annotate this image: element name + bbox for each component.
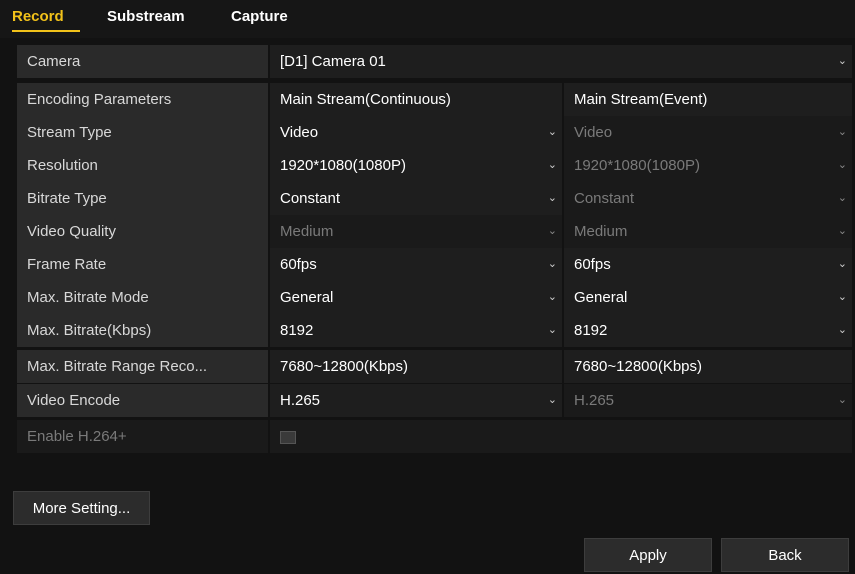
stream-type-label: Stream Type <box>17 116 268 149</box>
chevron-down-icon: ⌄ <box>547 159 557 171</box>
camera-select[interactable]: [D1] Camera 01 ⌄ <box>270 45 852 78</box>
enable-h264plus-cell <box>270 420 852 453</box>
chevron-down-icon: ⌄ <box>547 291 557 303</box>
chevron-down-icon: ⌄ <box>547 192 557 204</box>
max-bitrate-mode-event-value: General <box>574 289 628 306</box>
video-quality-label: Video Quality <box>17 215 268 248</box>
frame-rate-event-value: 60fps <box>574 256 611 273</box>
resolution-row: Resolution 1920*1080(1080P) ⌄ 1920*1080(… <box>17 149 852 182</box>
resolution-event-select: 1920*1080(1080P) ⌄ <box>564 149 852 182</box>
camera-select-value: [D1] Camera 01 <box>280 53 386 70</box>
bitrate-type-label: Bitrate Type <box>17 182 268 215</box>
tab-substream[interactable]: Substream <box>107 8 185 25</box>
resolution-event-value: 1920*1080(1080P) <box>574 157 700 174</box>
bitrate-type-continuous-select[interactable]: Constant ⌄ <box>270 182 562 215</box>
enable-h264plus-label: Enable H.264+ <box>17 420 268 453</box>
camera-row: Camera [D1] Camera 01 ⌄ <box>17 45 852 78</box>
video-encode-event-select: H.265 ⌄ <box>564 384 852 417</box>
camera-label: Camera <box>17 45 268 78</box>
max-bitrate-mode-event-select[interactable]: General ⌄ <box>564 281 852 314</box>
back-button[interactable]: Back <box>721 538 849 572</box>
chevron-down-icon: ⌄ <box>837 55 847 67</box>
max-bitrate-event-select[interactable]: 8192 ⌄ <box>564 314 852 347</box>
stream-type-event-value: Video <box>574 124 613 141</box>
max-bitrate-row: Max. Bitrate(Kbps) 8192 ⌄ 8192 ⌄ <box>17 314 852 347</box>
frame-rate-continuous-select[interactable]: 60fps ⌄ <box>270 248 562 281</box>
chevron-down-icon: ⌄ <box>837 291 847 303</box>
bitrate-type-event-value: Constant <box>574 190 635 207</box>
max-bitrate-range-row: Max. Bitrate Range Reco... 7680~12800(Kb… <box>17 350 852 383</box>
max-bitrate-range-continuous-value: 7680~12800(Kbps) <box>270 350 562 383</box>
video-encode-continuous-value: H.265 <box>280 392 321 409</box>
video-quality-event-value: Medium <box>574 223 628 240</box>
resolution-continuous-select[interactable]: 1920*1080(1080P) ⌄ <box>270 149 562 182</box>
video-quality-event-select: Medium ⌄ <box>564 215 852 248</box>
bitrate-type-event-select: Constant ⌄ <box>564 182 852 215</box>
chevron-down-icon: ⌄ <box>547 394 557 406</box>
max-bitrate-continuous-select[interactable]: 8192 ⌄ <box>270 314 562 347</box>
main-stream-continuous-header: Main Stream(Continuous) <box>270 83 562 116</box>
checkbox-icon <box>280 431 296 444</box>
chevron-down-icon: ⌄ <box>837 192 847 204</box>
bitrate-type-row: Bitrate Type Constant ⌄ Constant ⌄ <box>17 182 852 215</box>
apply-button[interactable]: Apply <box>584 538 712 572</box>
frame-rate-continuous-value: 60fps <box>280 256 317 273</box>
stream-type-continuous-select[interactable]: Video ⌄ <box>270 116 562 149</box>
frame-rate-row: Frame Rate 60fps ⌄ 60fps ⌄ <box>17 248 852 281</box>
max-bitrate-mode-row: Max. Bitrate Mode General ⌄ General ⌄ <box>17 281 852 314</box>
chevron-down-icon: ⌄ <box>547 225 557 237</box>
tab-capture[interactable]: Capture <box>231 8 288 25</box>
bitrate-type-continuous-value: Constant <box>280 190 341 207</box>
chevron-down-icon: ⌄ <box>547 258 557 270</box>
max-bitrate-mode-continuous-select[interactable]: General ⌄ <box>270 281 562 314</box>
chevron-down-icon: ⌄ <box>837 324 847 336</box>
max-bitrate-range-label: Max. Bitrate Range Reco... <box>17 350 268 383</box>
resolution-continuous-value: 1920*1080(1080P) <box>280 157 406 174</box>
max-bitrate-label: Max. Bitrate(Kbps) <box>17 314 268 347</box>
max-bitrate-mode-continuous-value: General <box>280 289 334 306</box>
max-bitrate-range-event-value: 7680~12800(Kbps) <box>564 350 852 383</box>
active-tab-indicator <box>12 30 80 32</box>
video-encode-row: Video Encode H.265 ⌄ H.265 ⌄ <box>17 384 852 417</box>
tab-bar: Record Substream Capture <box>0 0 855 38</box>
chevron-down-icon: ⌄ <box>837 225 847 237</box>
max-bitrate-event-value: 8192 <box>574 322 608 339</box>
chevron-down-icon: ⌄ <box>547 126 557 138</box>
main-stream-event-header: Main Stream(Event) <box>564 83 852 116</box>
video-quality-continuous-select: Medium ⌄ <box>270 215 562 248</box>
stream-type-event-select: Video ⌄ <box>564 116 852 149</box>
encoding-parameters-header: Encoding Parameters Main Stream(Continuo… <box>17 83 852 116</box>
max-bitrate-continuous-value: 8192 <box>280 322 314 339</box>
video-quality-continuous-value: Medium <box>280 223 334 240</box>
video-encode-continuous-select[interactable]: H.265 ⌄ <box>270 384 562 417</box>
video-encode-label: Video Encode <box>17 384 268 417</box>
chevron-down-icon: ⌄ <box>837 126 847 138</box>
chevron-down-icon: ⌄ <box>837 258 847 270</box>
more-setting-button[interactable]: More Setting... <box>13 491 150 525</box>
video-quality-row: Video Quality Medium ⌄ Medium ⌄ <box>17 215 852 248</box>
max-bitrate-mode-label: Max. Bitrate Mode <box>17 281 268 314</box>
resolution-label: Resolution <box>17 149 268 182</box>
encoding-parameters-label: Encoding Parameters <box>17 83 268 116</box>
frame-rate-event-select[interactable]: 60fps ⌄ <box>564 248 852 281</box>
video-encode-event-value: H.265 <box>574 392 615 409</box>
frame-rate-label: Frame Rate <box>17 248 268 281</box>
stream-type-row: Stream Type Video ⌄ Video ⌄ <box>17 116 852 149</box>
chevron-down-icon: ⌄ <box>837 394 847 406</box>
chevron-down-icon: ⌄ <box>837 159 847 171</box>
chevron-down-icon: ⌄ <box>547 324 557 336</box>
stream-type-continuous-value: Video <box>280 124 319 141</box>
tab-record[interactable]: Record <box>12 8 64 25</box>
enable-h264plus-row: Enable H.264+ <box>17 420 852 453</box>
